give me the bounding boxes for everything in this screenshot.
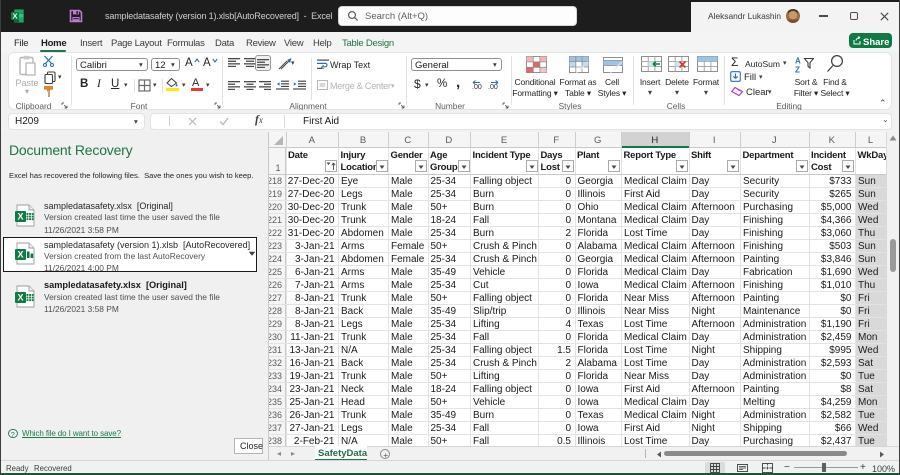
svg-text:A: A xyxy=(795,57,801,66)
svg-text:X: X xyxy=(17,250,23,260)
svg-text:.00: .00 xyxy=(488,84,498,91)
svg-text:X: X xyxy=(12,11,17,20)
svg-text:X: X xyxy=(17,293,23,303)
svg-text:.00: .00 xyxy=(472,84,482,91)
svg-text:X: X xyxy=(17,212,23,222)
svg-text:Z: Z xyxy=(795,66,800,75)
